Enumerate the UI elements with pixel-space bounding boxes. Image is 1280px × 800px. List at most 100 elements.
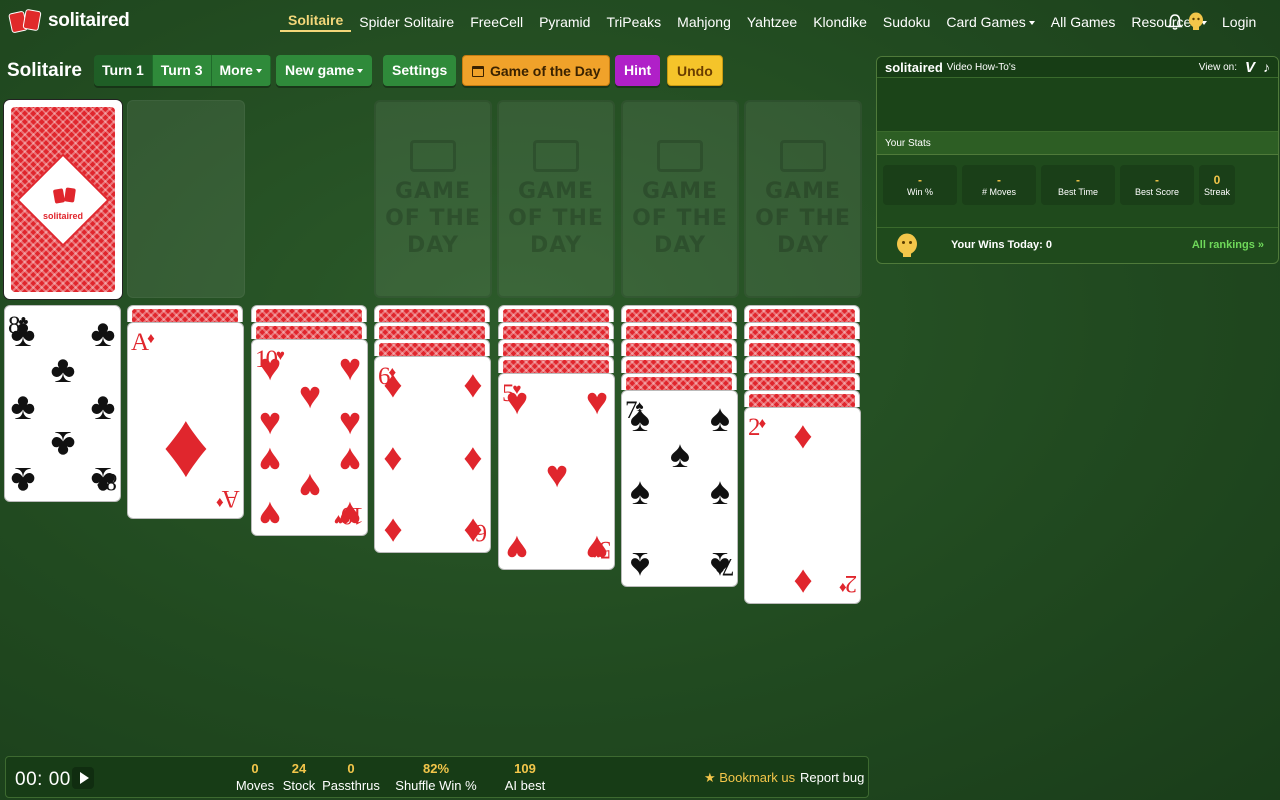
card-pip: ♥ (338, 493, 362, 535)
nav-item-tripeaks[interactable]: TriPeaks (598, 14, 669, 30)
chevron-down-icon (255, 69, 262, 74)
tableau-card[interactable]: 2♦ 2♦ ♦ ♦ (744, 407, 861, 604)
stat-value: - (997, 172, 1001, 187)
tableau-card[interactable]: 8♣ 8♣ ♣ ♣ ♣ ♣ ♣ ♣ ♣ ♣ (4, 305, 121, 502)
avatar-icon[interactable] (1188, 12, 1204, 30)
face-down-card (621, 339, 737, 357)
foundation-slot-3[interactable]: GAME OF THE DAY (621, 100, 739, 298)
stats-panel: solitaired Video How-To's View on: V ♪ Y… (876, 56, 1279, 264)
metric-label: AI best moves (504, 778, 546, 800)
hint-button[interactable]: Hint (615, 55, 661, 86)
game-of-the-day-button[interactable]: Game of the Day (462, 55, 611, 86)
turn-1-button[interactable]: Turn 1 (94, 55, 153, 86)
stat-value: - (918, 172, 922, 187)
foundation-label-line-3: DAY (529, 232, 583, 258)
metric-value: 82% (422, 761, 450, 776)
new-game-button[interactable]: New game (276, 55, 373, 86)
face-down-card (744, 322, 860, 340)
card-rank-bottom: 2♦ (838, 570, 857, 597)
stats-row: - Win % - # Moves - Best Time - Best Score 0… (877, 155, 1278, 205)
report-bug-link[interactable]: Report bug (800, 770, 864, 785)
video-howto-header: solitaired Video How-To's View on: V ♪ (877, 57, 1278, 78)
card-pip: ♦ (793, 415, 813, 457)
face-down-card (621, 373, 737, 391)
top-nav: solitaired Solitaire Spider Solitaire Fr… (0, 0, 1280, 44)
face-down-card (621, 305, 737, 323)
foundation-slot-4[interactable]: GAME OF THE DAY (744, 100, 862, 298)
cards-icon (410, 139, 456, 172)
avatar-icon (897, 233, 917, 257)
nav-item-pyramid[interactable]: Pyramid (531, 14, 598, 30)
nav-item-all-games[interactable]: All Games (1043, 14, 1124, 30)
card-back (749, 309, 855, 323)
tableau-card[interactable]: 5♥ 5♥ ♥ ♥ ♥ ♥ ♥ (498, 373, 615, 570)
stock-pile[interactable]: solitaired (4, 100, 122, 299)
face-down-card (621, 356, 737, 374)
foundation-slot-2[interactable]: GAME OF THE DAY (497, 100, 615, 298)
foundation-slot-1[interactable]: GAME OF THE DAY (374, 100, 492, 298)
metric-label: Shuffle Win % (395, 778, 477, 793)
vimeo-icon[interactable]: V (1245, 59, 1255, 76)
undo-button[interactable]: Undo (667, 55, 723, 86)
card-pip: ♣ (90, 386, 116, 428)
turn-mode-group: Turn 1 Turn 3 More (94, 55, 271, 86)
nav-item-card-games[interactable]: Card Games (938, 14, 1042, 30)
tableau-card[interactable]: 6♦ 6♦ ♦ ♦ ♦ ♦ ♦ ♦ (374, 356, 491, 553)
card-back (626, 360, 732, 374)
settings-button[interactable]: Settings (383, 55, 457, 86)
tableau-card[interactable]: 7♠ 7♠ ♠ ♠ ♠ ♠ ♠ ♠ ♠ (621, 390, 738, 587)
nav-item-freecell[interactable]: FreeCell (462, 14, 531, 30)
card-pip: ♣ (90, 313, 116, 355)
face-down-card (127, 305, 243, 323)
stat-moves: - # Moves (962, 165, 1036, 205)
metric-value: 0 (251, 761, 259, 776)
card-suit-small: ♦ (147, 331, 155, 347)
tableau-card[interactable]: A♦ A♦ ♦ (127, 322, 244, 519)
play-icon[interactable] (72, 767, 94, 789)
nav-item-sudoku[interactable]: Sudoku (875, 14, 938, 30)
nav-item-spider-solitaire[interactable]: Spider Solitaire (351, 14, 462, 30)
more-button[interactable]: More (211, 55, 271, 86)
card-pip: ♠ (709, 398, 731, 440)
card-pip: ♣ (90, 459, 116, 501)
turn-3-button[interactable]: Turn 3 (152, 55, 212, 86)
calendar-icon (472, 66, 484, 77)
foundation-label-line-1: GAME (641, 178, 718, 204)
nav-item-klondike[interactable]: Klondike (805, 14, 875, 30)
foundation-label-line-1: GAME (764, 178, 841, 204)
nav-item-solitaire[interactable]: Solitaire (280, 12, 352, 32)
logo-cards-icon (8, 8, 44, 34)
cards-icon (780, 139, 826, 172)
tableau-card[interactable]: 10♥ 10♥ ♥ ♥ ♥ ♥ ♥ ♥ ♥ ♥ ♥ ♥ (251, 339, 368, 536)
nav-item-yahtzee[interactable]: Yahtzee (739, 14, 805, 30)
waste-pile[interactable] (127, 100, 245, 298)
video-area[interactable] (877, 78, 1278, 132)
card-back (256, 326, 362, 340)
wins-today-text: Your Wins Today: 0 (951, 238, 1052, 251)
foundation-label-line-2: OF THE (508, 205, 604, 231)
nav-item-mahjong[interactable]: Mahjong (669, 14, 739, 30)
login-link[interactable]: Login (1222, 14, 1256, 30)
face-down-card (374, 305, 490, 323)
bookmark-link[interactable]: ★ Bookmark us (704, 770, 795, 786)
card-pip: ♦ (383, 364, 403, 406)
tiktok-icon[interactable]: ♪ (1263, 59, 1270, 75)
foundation-label-line-2: OF THE (755, 205, 851, 231)
all-rankings-link[interactable]: All rankings » (1192, 239, 1264, 251)
bell-icon[interactable] (1166, 13, 1184, 31)
card-pip: ♦ (383, 510, 403, 552)
card-back (256, 309, 362, 323)
metric-label: Stock (282, 778, 316, 793)
card-pip: ♠ (629, 471, 651, 513)
game-of-the-day-label: Game of the Day (490, 63, 601, 79)
chevron-down-icon (357, 69, 364, 74)
card-back (503, 326, 609, 340)
face-down-card (374, 339, 490, 357)
site-logo[interactable]: solitaired (8, 8, 130, 34)
card-rank-top: A♦ (131, 329, 155, 356)
card-pip: ♦ (463, 364, 483, 406)
stat-label: # Moves (981, 186, 1016, 197)
card-back (503, 360, 609, 374)
card-back (749, 360, 855, 374)
card-back (132, 309, 238, 323)
